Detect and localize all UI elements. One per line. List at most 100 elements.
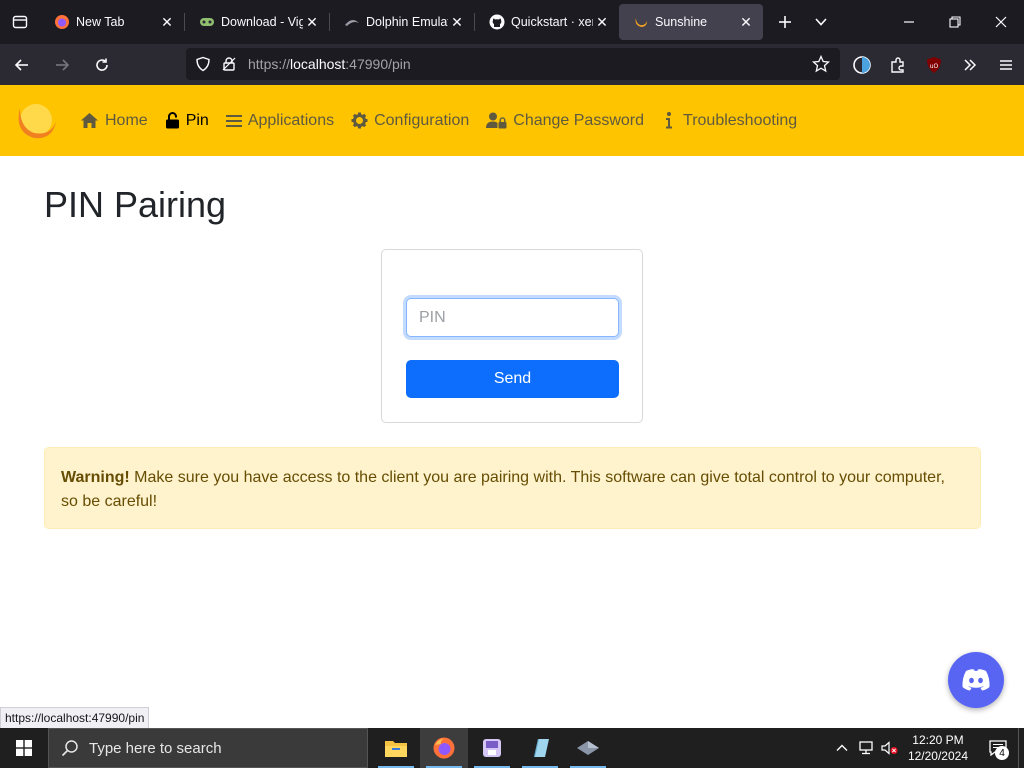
url-text: https://localhost:47990/pin <box>248 56 411 72</box>
windows-logo-icon <box>16 740 32 756</box>
minimize-button[interactable] <box>886 0 932 44</box>
nav-troubleshooting-label: Troubleshooting <box>683 111 798 129</box>
nav-home-label: Home <box>105 111 148 129</box>
windows-taskbar: Type here to search 12:20 PM 12/20/2024 … <box>0 728 1024 768</box>
list-icon <box>225 114 242 128</box>
pin-input[interactable] <box>406 298 619 337</box>
nav-troubleshooting[interactable]: Troubleshooting <box>665 112 797 130</box>
tab-list-button[interactable] <box>0 0 40 44</box>
nav-configuration[interactable]: Configuration <box>351 112 469 130</box>
privacy-extension-icon[interactable] <box>844 49 880 81</box>
discord-icon <box>962 669 990 691</box>
ublock-icon[interactable]: uO <box>916 49 952 81</box>
lock-open-icon <box>165 112 180 129</box>
tab-title: Quickstart · xenia <box>511 15 593 29</box>
minimize-icon <box>904 21 914 23</box>
extensions-puzzle-icon[interactable] <box>880 49 916 81</box>
notepad-icon[interactable] <box>516 728 564 768</box>
tab-title: Sunshine <box>655 15 708 29</box>
vigem-icon <box>199 14 215 30</box>
start-button[interactable] <box>0 728 48 768</box>
window-controls <box>886 0 1024 44</box>
back-button[interactable] <box>4 49 40 81</box>
overflow-menu-icon[interactable] <box>952 49 988 81</box>
plus-icon <box>779 16 791 28</box>
close-icon[interactable]: ✕ <box>593 13 611 31</box>
bookmark-star-icon[interactable] <box>811 54 831 78</box>
nav-pin[interactable]: Pin <box>165 112 209 130</box>
browser-tab-strip: New Tab ✕ Download - Vigem ✕ Dolphin Emu… <box>0 0 1024 44</box>
nav-change-password[interactable]: Change Password <box>486 112 644 130</box>
new-tab-button[interactable] <box>767 4 803 40</box>
chevron-up-icon[interactable] <box>830 728 854 768</box>
warning-label: Warning! <box>61 469 130 486</box>
tab-list-icon <box>12 15 28 29</box>
home-icon <box>80 112 99 129</box>
list-all-tabs-button[interactable] <box>803 4 839 40</box>
svg-text:uO: uO <box>930 63 939 70</box>
clock-time: 12:20 PM <box>912 733 964 747</box>
browser-toolbar: https://localhost:47990/pin uO <box>0 44 1024 85</box>
tab-title: Download - Vigem <box>221 15 303 29</box>
close-icon[interactable]: ✕ <box>158 13 176 31</box>
restore-button[interactable] <box>932 0 978 44</box>
search-icon <box>61 739 79 757</box>
system-tray: 12:20 PM 12/20/2024 4 <box>830 728 1024 768</box>
arrow-right-icon <box>56 58 70 71</box>
browser-tab-active[interactable]: Sunshine ✕ <box>619 4 763 40</box>
pin-form-card: Send <box>381 249 643 423</box>
browser-tab[interactable]: Quickstart · xenia ✕ <box>475 4 619 40</box>
warning-text: Make sure you have access to the client … <box>61 469 945 510</box>
nav-applications[interactable]: Applications <box>225 112 334 130</box>
system-clock[interactable]: 12:20 PM 12/20/2024 <box>908 732 968 764</box>
hamburger-menu-icon[interactable] <box>988 49 1024 81</box>
browser-tab[interactable]: New Tab ✕ <box>40 4 184 40</box>
lock-warning-icon[interactable] <box>216 48 242 80</box>
show-desktop-button[interactable] <box>1018 728 1024 768</box>
volume-muted-icon[interactable] <box>878 728 902 768</box>
site-navbar: Home Pin Applications Configuration Chan… <box>0 85 1024 156</box>
network-icon[interactable] <box>854 728 878 768</box>
gear-icon <box>351 112 368 129</box>
app2-icon[interactable] <box>564 728 612 768</box>
discord-button[interactable] <box>948 652 1004 708</box>
close-icon[interactable]: ✕ <box>737 13 755 31</box>
info-icon <box>665 112 673 129</box>
nav-configuration-label: Configuration <box>374 111 470 129</box>
url-path: :47990/pin <box>345 56 411 72</box>
url-prefix: https:// <box>248 56 291 72</box>
search-placeholder: Type here to search <box>89 739 222 757</box>
arrow-left-icon <box>14 58 28 71</box>
close-icon[interactable]: ✕ <box>448 13 466 31</box>
send-button[interactable]: Send <box>406 360 619 398</box>
extensions-area: uO <box>844 44 1024 85</box>
close-window-button[interactable] <box>978 0 1024 44</box>
taskbar-search-box[interactable]: Type here to search <box>48 728 368 768</box>
user-lock-icon <box>486 112 507 129</box>
action-center-button[interactable]: 4 <box>978 728 1018 768</box>
shield-icon[interactable] <box>190 48 216 80</box>
reload-button[interactable] <box>84 49 120 81</box>
restore-icon <box>949 16 961 28</box>
browser-tab[interactable]: Download - Vigem ✕ <box>185 4 329 40</box>
firefox-taskbar-icon[interactable] <box>420 728 468 768</box>
file-explorer-icon[interactable] <box>372 728 420 768</box>
nav-change-password-label: Change Password <box>513 111 645 129</box>
sunshine-logo[interactable] <box>12 98 58 144</box>
tab-title: Dolphin Emulator <box>366 15 448 29</box>
nav-pin-label: Pin <box>185 111 209 129</box>
close-icon[interactable]: ✕ <box>303 13 321 31</box>
url-host: localhost <box>290 56 346 72</box>
warning-alert: Warning! Make sure you have access to th… <box>44 447 981 529</box>
clock-date: 12/20/2024 <box>907 749 968 763</box>
browser-tab[interactable]: Dolphin Emulator ✕ <box>330 4 474 40</box>
firefox-icon <box>54 14 70 30</box>
app-icon[interactable] <box>468 728 516 768</box>
forward-button[interactable] <box>44 49 80 81</box>
address-bar[interactable]: https://localhost:47990/pin <box>186 48 840 80</box>
page-title: PIN Pairing <box>44 184 227 225</box>
github-icon <box>489 14 505 30</box>
link-status-tooltip: https://localhost:47990/pin <box>0 707 150 729</box>
tab-title: New Tab <box>76 15 125 29</box>
nav-home[interactable]: Home <box>80 112 148 130</box>
